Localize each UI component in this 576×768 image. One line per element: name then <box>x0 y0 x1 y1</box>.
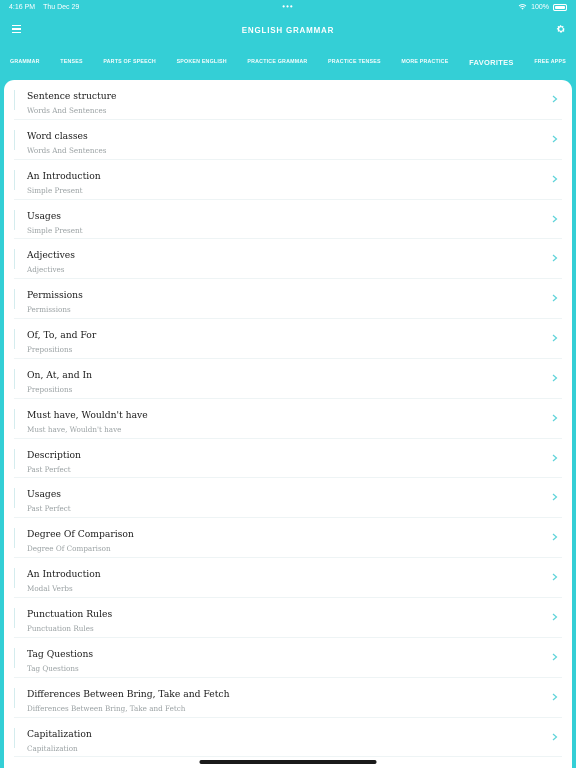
item-subtitle: Past Perfect <box>27 504 71 514</box>
item-title: Degree Of Comparison <box>27 529 134 541</box>
navigation-bar: ENGLISH GRAMMAR <box>0 14 576 46</box>
list-item[interactable]: An Introduction Simple Present <box>14 160 562 200</box>
list-item[interactable]: On, At, and In Prepositions <box>14 359 562 399</box>
item-subtitle: Modal Verbs <box>27 584 73 594</box>
tab-spoken-english[interactable]: SPOKEN ENGLISH <box>177 59 227 65</box>
wifi-icon <box>518 4 527 10</box>
item-subtitle: Words And Sentences <box>27 106 107 115</box>
item-title: An Introduction <box>27 170 101 182</box>
tab-grammar[interactable]: GRAMMAR <box>10 59 40 65</box>
item-title: Tag Questions <box>27 648 94 660</box>
item-title: Sentence structure <box>27 91 117 102</box>
item-subtitle: Words And Sentences <box>27 145 107 155</box>
chevron-right-icon <box>552 135 558 143</box>
item-subtitle: Adjectives <box>27 265 65 275</box>
list-item[interactable]: Capitalization Capitalization <box>14 718 562 758</box>
chevron-right-icon <box>552 733 558 740</box>
item-title: Description <box>27 449 81 461</box>
list-item[interactable]: Usages Simple Present <box>14 200 562 240</box>
list-item[interactable]: Permissions Permissions <box>14 279 562 320</box>
chevron-right-icon <box>552 533 558 541</box>
chevron-right-icon <box>552 95 558 103</box>
item-subtitle: Simple Present <box>27 225 83 235</box>
multitasking-dots-icon[interactable]: ••• <box>282 2 293 11</box>
list-item[interactable]: Of, To, and For Prepositions <box>14 319 562 359</box>
chevron-right-icon <box>552 454 558 462</box>
chevron-right-icon <box>552 374 558 382</box>
chevron-right-icon <box>552 493 558 501</box>
item-subtitle: Past Perfect <box>27 464 71 474</box>
chevron-right-icon <box>552 334 558 342</box>
status-bar: 4:16 PM Thu Dec 29 ••• 100% <box>0 0 576 14</box>
item-title: Differences Between Bring, Take and Fetc… <box>27 688 230 700</box>
item-subtitle: Must have, Wouldn't have <box>27 424 122 434</box>
item-subtitle: Simple Present <box>27 185 83 195</box>
list-item[interactable]: An Introduction Modal Verbs <box>14 558 562 598</box>
item-title: Adjectives <box>27 250 75 262</box>
favorites-list: Sentence structure Words And Sentences Wo… <box>4 80 572 758</box>
status-time: 4:16 PM <box>9 3 36 11</box>
item-subtitle: Permissions <box>27 305 71 315</box>
tab-favorites[interactable]: FAVORITES <box>469 58 514 67</box>
chevron-right-icon <box>552 254 558 262</box>
list-item[interactable]: Usages Past Perfect <box>14 478 562 519</box>
page-title: ENGLISH GRAMMAR <box>241 25 335 35</box>
tab-practice-grammar[interactable]: PRACTICE GRAMMAR <box>247 59 307 65</box>
list-item[interactable]: Tag Questions Tag Questions <box>14 638 562 678</box>
list-item[interactable]: Description Past Perfect <box>14 439 562 479</box>
favorites-sheet: Sentence structure Words And Sentences Wo… <box>4 80 572 768</box>
tab-more-practice[interactable]: MORE PRACTICE <box>401 59 448 65</box>
item-subtitle: Tag Questions <box>27 663 79 673</box>
item-subtitle: Differences Between Bring, Take and Fetc… <box>27 703 186 713</box>
chevron-right-icon <box>552 613 558 621</box>
chevron-right-icon <box>552 294 558 302</box>
battery-percent: 100% <box>531 3 549 11</box>
list-item[interactable]: Differences Between Bring, Take and Fetc… <box>14 678 562 718</box>
gear-icon[interactable] <box>556 24 566 34</box>
item-title: Usages <box>27 210 61 222</box>
item-subtitle: Punctuation Rules <box>27 623 94 633</box>
chevron-right-icon <box>552 693 558 701</box>
chevron-right-icon <box>552 215 558 222</box>
list-item[interactable]: Sentence structure Words And Sentences <box>14 80 562 120</box>
item-title: Usages <box>27 489 61 501</box>
tab-free-apps[interactable]: FREE APPS <box>534 59 566 65</box>
item-subtitle: Degree Of Comparison <box>27 544 111 554</box>
item-subtitle: Capitalization <box>27 743 78 753</box>
list-item[interactable]: Adjectives Adjectives <box>14 239 562 280</box>
item-subtitle: Prepositions <box>27 345 73 355</box>
item-title: Word classes <box>27 130 88 142</box>
chevron-right-icon <box>552 653 558 661</box>
list-item[interactable]: Degree Of Comparison Degree Of Comparison <box>14 518 562 559</box>
status-right: 100% <box>518 3 567 11</box>
tab-bar: GRAMMAR TENSES PARTS OF SPEECH SPOKEN EN… <box>0 52 576 72</box>
item-title: Punctuation Rules <box>27 608 113 620</box>
battery-icon <box>553 3 567 11</box>
item-title: An Introduction <box>27 569 101 581</box>
chevron-right-icon <box>552 175 558 183</box>
item-title: Of, To, and For <box>27 330 97 342</box>
chevron-right-icon <box>552 414 558 422</box>
chevron-right-icon <box>552 573 558 581</box>
tab-parts-of-speech[interactable]: PARTS OF SPEECH <box>103 59 156 65</box>
list-item[interactable]: Must have, Wouldn't have Must have, Would… <box>14 399 562 439</box>
tab-practice-tenses[interactable]: PRACTICE TENSES <box>328 59 381 65</box>
list-item[interactable]: Word classes Words And Sentences <box>14 120 562 160</box>
item-title: Permissions <box>27 290 83 302</box>
item-title: Must have, Wouldn't have <box>27 409 148 421</box>
home-indicator[interactable] <box>199 760 377 764</box>
item-subtitle: Prepositions <box>27 384 73 394</box>
status-date: Thu Dec 29 <box>43 3 80 11</box>
hamburger-menu-icon[interactable] <box>12 25 21 34</box>
item-title: Capitalization <box>27 728 92 740</box>
list-item[interactable]: Punctuation Rules Punctuation Rules <box>14 598 562 638</box>
item-title: On, At, and In <box>27 369 93 381</box>
tab-tenses[interactable]: TENSES <box>60 59 82 65</box>
